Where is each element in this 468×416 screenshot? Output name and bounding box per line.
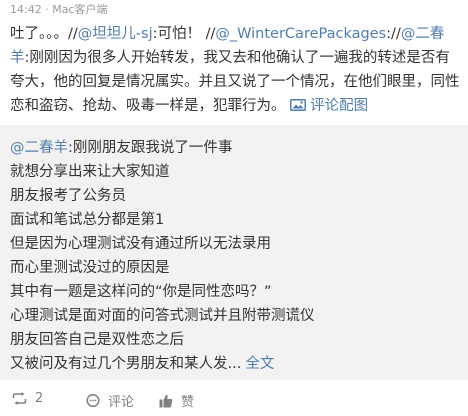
repost-icon	[12, 392, 27, 405]
mention-wintercarepackages[interactable]: @_WinterCarePackages	[215, 26, 386, 42]
body-text-mid3: :刚刚因为很多人开始转发，我又去和他确认了一遍我的转述是否有夸大，他的回复是情况…	[10, 50, 460, 114]
repost-count: 2	[35, 391, 44, 406]
body-text-mid1: :可怕！ //	[152, 26, 216, 42]
repost-line-first: @二春羊:刚刚朋友跟我说了一件事	[10, 136, 458, 160]
post-time[interactable]: 14:42	[10, 3, 42, 16]
repost-line: 朋友回答自己是双性恋之后	[10, 332, 184, 348]
repost-author[interactable]: @二春羊	[10, 140, 68, 156]
repost-line: 就想分享出来让大家知道	[10, 164, 170, 180]
comment-button[interactable]: 评论	[86, 391, 134, 410]
action-bar: 2 评论 赞	[0, 380, 468, 416]
repost-button[interactable]: 2	[12, 391, 43, 406]
repost-line: 而心里测试没过的原因是	[10, 260, 170, 276]
meta-separator: ·	[41, 3, 53, 16]
mention-tantaner[interactable]: @坦坦儿-sj	[78, 26, 153, 42]
repost-line: 但是因为心理测试没有通过所以无法录用	[10, 236, 271, 252]
body-text-mid2: ://	[386, 26, 401, 42]
comment-icon	[86, 393, 100, 407]
weibo-post: 14:42 · Mac客户端 吐了。。。//@坦坦儿-sj:可怕！ //@_Wi…	[0, 0, 468, 416]
body-text-start: 吐了。。。//	[10, 26, 78, 42]
repost-line-last: 又被问及有过几个男朋友和某人发... 全文	[10, 352, 458, 376]
like-button[interactable]: 赞	[159, 391, 194, 410]
repost-box[interactable]: @二春羊:刚刚朋友跟我说了一件事 就想分享出来让大家知道 朋友报考了公务员 面试…	[0, 125, 468, 380]
thumbs-up-icon	[159, 394, 173, 407]
like-label: 赞	[181, 395, 195, 410]
repost-text: @二春羊:刚刚朋友跟我说了一件事 就想分享出来让大家知道 朋友报考了公务员 面试…	[10, 136, 458, 376]
comment-picture-link[interactable]: 评论配图	[290, 98, 368, 114]
post-source[interactable]: Mac客户端	[52, 3, 107, 16]
post-meta: 14:42 · Mac客户端	[10, 3, 107, 17]
post-body: 吐了。。。//@坦坦儿-sj:可怕！ //@_WinterCarePackage…	[10, 22, 460, 118]
full-text-link[interactable]: 全文	[245, 356, 274, 372]
comment-label: 评论	[108, 395, 135, 410]
repost-line: 朋友报考了公务员	[10, 188, 126, 204]
repost-first-line-text: :刚刚朋友跟我说了一件事	[68, 140, 233, 156]
comment-picture-label: 评论配图	[310, 98, 369, 114]
repost-line: 面试和笔试总分都是第1	[10, 212, 165, 228]
repost-line: 心理测试是面对面的问答式测试并且附带测谎仪	[10, 308, 315, 324]
repost-last-line-text: 又被问及有过几个男朋友和某人发...	[10, 356, 242, 372]
image-icon	[290, 99, 307, 111]
repost-line: 其中有一题是这样问的“你是同性恋吗？”	[10, 284, 272, 300]
